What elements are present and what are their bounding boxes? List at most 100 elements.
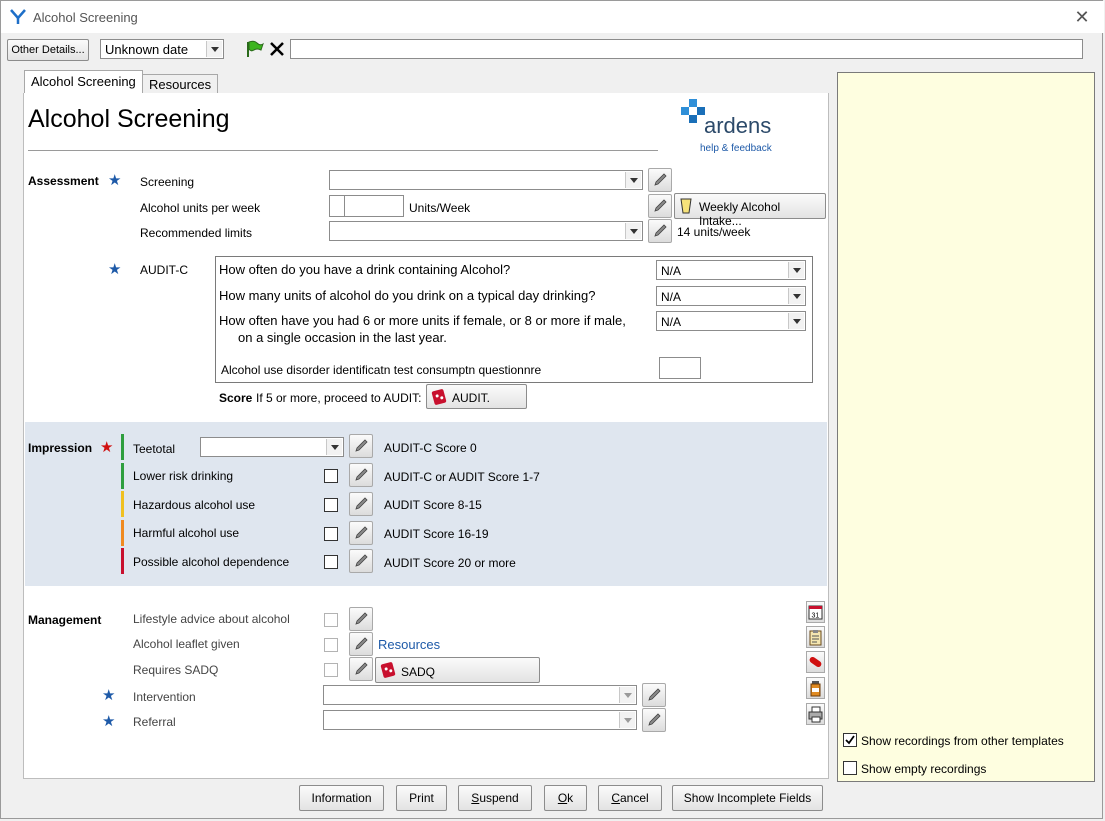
harmful-pencil-button[interactable] <box>349 521 373 545</box>
auditc-question-2: How many units of alcohol do you drink o… <box>219 288 596 303</box>
chevron-down-icon[interactable] <box>619 687 635 703</box>
severity-bar-green <box>121 434 124 460</box>
pencil-icon <box>654 224 667 237</box>
chevron-down-icon[interactable] <box>625 223 641 239</box>
chevron-down-icon[interactable] <box>788 288 804 304</box>
impression-item-note: AUDIT-C or AUDIT Score 1-7 <box>384 470 540 484</box>
dice-icon <box>431 388 447 406</box>
units-unit-label: Units/Week <box>409 201 471 215</box>
show-other-templates-checkbox[interactable] <box>843 733 857 747</box>
pencil-icon <box>355 497 368 510</box>
leaflet-checkbox[interactable] <box>324 638 338 652</box>
lower-risk-pencil-button[interactable] <box>349 463 373 487</box>
pencil-icon <box>355 468 368 481</box>
limits-select[interactable] <box>329 221 643 241</box>
auditc-answer-1-select[interactable]: N/A <box>656 260 806 280</box>
close-icon[interactable]: ✕ <box>1071 6 1093 28</box>
impression-item-label: Teetotal <box>133 442 176 456</box>
sadq-pencil-button[interactable] <box>349 657 373 681</box>
units-input[interactable] <box>344 195 404 217</box>
chevron-down-icon[interactable] <box>326 439 342 455</box>
calendar-icon[interactable]: 31 <box>806 601 825 623</box>
screening-select[interactable] <box>329 170 643 190</box>
leaflet-pencil-button[interactable] <box>349 632 373 656</box>
ok-button[interactable]: Ok <box>544 785 587 811</box>
free-text-input[interactable] <box>290 39 1083 59</box>
teetotal-select[interactable] <box>200 437 344 457</box>
show-other-templates-label: Show recordings from other templates <box>861 734 1064 748</box>
pill-icon[interactable] <box>806 651 825 673</box>
dialog-window: Alcohol Screening ✕ Other Details... Unk… <box>0 0 1104 819</box>
flag-icon[interactable] <box>245 39 265 59</box>
lifestyle-advice-pencil-button[interactable] <box>349 607 373 631</box>
other-details-button[interactable]: Other Details... <box>7 39 89 61</box>
recordings-panel <box>837 72 1095 782</box>
screening-label: Screening <box>140 175 195 189</box>
window-title: Alcohol Screening <box>33 10 138 25</box>
teetotal-pencil-button[interactable] <box>349 434 373 458</box>
tab-resources[interactable]: Resources <box>142 74 219 94</box>
limits-pencil-button[interactable] <box>648 219 672 243</box>
show-empty-checkbox[interactable] <box>843 761 857 775</box>
impression-item-note: AUDIT-C Score 0 <box>384 441 477 455</box>
management-item-label: Alcohol leaflet given <box>133 637 240 651</box>
dependence-checkbox[interactable] <box>324 555 338 569</box>
resources-link[interactable]: Resources <box>378 637 440 652</box>
chevron-down-icon[interactable] <box>625 172 641 188</box>
chevron-down-icon[interactable] <box>619 712 635 728</box>
date-select[interactable]: Unknown date <box>100 39 224 59</box>
suspend-button[interactable]: Suspend <box>458 785 532 811</box>
pencil-icon <box>355 526 368 539</box>
ardens-logo-icon <box>681 99 705 131</box>
clipboard-icon[interactable] <box>806 626 825 648</box>
lifestyle-advice-checkbox[interactable] <box>324 613 338 627</box>
information-button[interactable]: Information <box>299 785 384 811</box>
severity-bar-green <box>121 463 124 489</box>
units-pencil-button[interactable] <box>648 194 672 218</box>
weekly-alcohol-intake-label: Weekly Alcohol Intake... <box>699 200 781 228</box>
auditc-answer-2-select[interactable]: N/A <box>656 286 806 306</box>
cancel-button[interactable]: Cancel <box>598 785 662 811</box>
units-prefix-box[interactable] <box>329 195 345 217</box>
hazardous-pencil-button[interactable] <box>349 492 373 516</box>
sadq-button[interactable]: SADQ <box>375 657 540 683</box>
impression-item-note: AUDIT Score 8-15 <box>384 498 482 512</box>
clear-icon[interactable] <box>267 39 287 59</box>
referral-select[interactable] <box>323 710 637 730</box>
required-star-icon: ★ <box>102 713 116 730</box>
harmful-checkbox[interactable] <box>324 527 338 541</box>
print-button[interactable]: Print <box>396 785 447 811</box>
show-incomplete-fields-button[interactable]: Show Incomplete Fields <box>672 785 823 811</box>
pencil-icon <box>355 439 368 452</box>
chevron-down-icon[interactable] <box>788 262 804 278</box>
management-section-label: Management <box>28 613 102 627</box>
referral-pencil-button[interactable] <box>642 708 666 732</box>
heading-divider <box>28 150 658 151</box>
page-title: Alcohol Screening <box>28 105 230 133</box>
dependence-pencil-button[interactable] <box>349 549 373 573</box>
auditc-answer-3-select[interactable]: N/A <box>656 311 806 331</box>
chevron-down-icon[interactable] <box>788 313 804 329</box>
screening-pencil-button[interactable] <box>648 168 672 192</box>
management-item-label: Lifestyle advice about alcohol <box>133 612 290 626</box>
sadq-checkbox[interactable] <box>324 663 338 677</box>
printer-icon[interactable] <box>806 703 825 725</box>
limits-label: Recommended limits <box>140 226 253 240</box>
impression-item-label: Hazardous alcohol use <box>133 498 256 512</box>
help-feedback-link[interactable]: help & feedback <box>700 143 772 154</box>
intervention-select[interactable] <box>323 685 637 705</box>
hazardous-checkbox[interactable] <box>324 498 338 512</box>
lower-risk-checkbox[interactable] <box>324 469 338 483</box>
intervention-pencil-button[interactable] <box>642 683 666 707</box>
impression-item-label: Harmful alcohol use <box>133 526 240 540</box>
auditc-answer-2-value: N/A <box>661 290 682 304</box>
audit-button[interactable]: AUDIT. <box>426 384 527 409</box>
glass-icon <box>680 198 692 214</box>
show-empty-label: Show empty recordings <box>861 762 987 776</box>
weekly-alcohol-intake-button[interactable]: Weekly Alcohol Intake... <box>674 193 826 228</box>
referral-label: Referral <box>133 715 176 729</box>
auditc-score-input[interactable] <box>659 357 701 379</box>
medicine-bottle-icon[interactable] <box>806 677 825 699</box>
chevron-down-icon[interactable] <box>206 41 222 57</box>
app-logo-icon <box>10 9 26 24</box>
